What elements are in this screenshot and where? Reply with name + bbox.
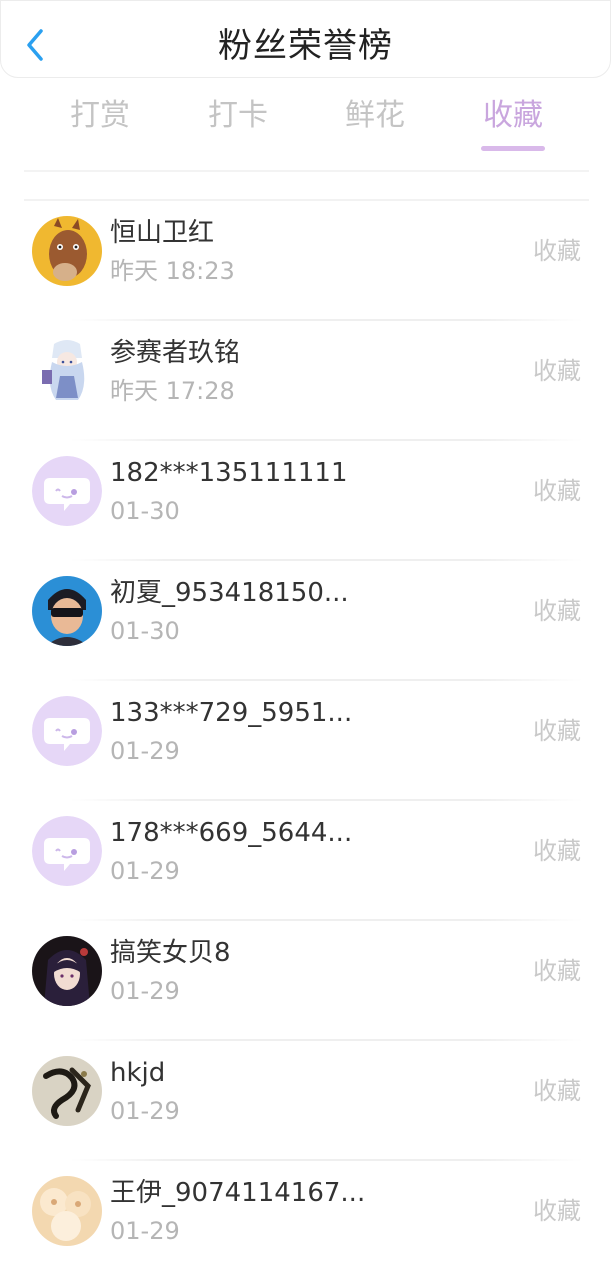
avatar[interactable] [32, 1176, 102, 1246]
divider [70, 319, 583, 321]
divider [70, 1159, 583, 1161]
avatar[interactable] [32, 336, 102, 406]
timestamp: 昨天 17:28 [110, 377, 235, 405]
tab-flowers[interactable]: 鲜花 [330, 92, 420, 140]
tab-favorites[interactable]: 收藏 [468, 92, 558, 151]
timestamp: 昨天 18:23 [110, 257, 235, 285]
avatar[interactable] [32, 216, 102, 286]
avatar[interactable] [32, 696, 102, 766]
list-item[interactable]: 133***729_5951... 01-29 收藏 [0, 679, 613, 799]
divider [70, 799, 583, 801]
user-name: 王伊_9074114167... [110, 1178, 366, 1208]
tab-checkin[interactable]: 打卡 [193, 92, 283, 140]
list-item[interactable]: 182***135111111 01-30 收藏 [0, 439, 613, 559]
list-item[interactable]: 初夏_953418150... 01-30 收藏 [0, 559, 613, 679]
user-name: hkjd [110, 1058, 166, 1088]
user-name: 初夏_953418150... [110, 578, 349, 608]
list-item[interactable]: hkjd 01-29 收藏 [0, 1039, 613, 1159]
action-label: 收藏 [533, 1077, 581, 1105]
timestamp: 01-29 [110, 857, 180, 885]
user-name: 参赛者玖铭 [110, 338, 241, 368]
list-item[interactable]: 恒山卫红 昨天 18:23 收藏 [0, 199, 613, 319]
tab-favorites-label: 收藏 [483, 98, 543, 133]
avatar[interactable] [32, 936, 102, 1006]
divider [70, 919, 583, 921]
user-name: 178***669_5644... [110, 818, 353, 848]
user-name: 133***729_5951... [110, 698, 353, 728]
action-label: 收藏 [533, 357, 581, 385]
divider [70, 1039, 583, 1041]
avatar[interactable] [32, 816, 102, 886]
action-label: 收藏 [533, 717, 581, 745]
chat-bubble-icon [32, 696, 102, 766]
active-tab-indicator [481, 146, 545, 151]
action-label: 收藏 [533, 1197, 581, 1225]
avatar[interactable] [32, 1056, 102, 1126]
timestamp: 01-29 [110, 977, 180, 1005]
action-label: 收藏 [533, 597, 581, 625]
timestamp: 01-29 [110, 1217, 180, 1245]
timestamp: 01-30 [110, 497, 180, 525]
divider [70, 559, 583, 561]
list-item[interactable]: 参赛者玖铭 昨天 17:28 收藏 [0, 319, 613, 439]
list-item[interactable]: 王伊_9074114167... 01-29 收藏 [0, 1159, 613, 1279]
list-item[interactable]: 搞笑女贝8 01-29 收藏 [0, 919, 613, 1039]
chat-bubble-icon [32, 456, 102, 526]
action-label: 收藏 [533, 237, 581, 265]
avatar[interactable] [32, 456, 102, 526]
divider [70, 679, 583, 681]
chat-bubble-icon [32, 816, 102, 886]
action-label: 收藏 [533, 837, 581, 865]
divider [24, 199, 589, 201]
list-item[interactable]: 178***669_5644... 01-29 收藏 [0, 799, 613, 919]
timestamp: 01-29 [110, 737, 180, 765]
user-name: 搞笑女贝8 [110, 938, 231, 968]
user-name: 182***135111111 [110, 458, 348, 488]
page-title: 粉丝荣誉榜 [218, 26, 393, 66]
action-label: 收藏 [533, 477, 581, 505]
tab-bar: 打赏 打卡 鲜花 收藏 [0, 92, 613, 152]
timestamp: 01-29 [110, 1097, 180, 1125]
top-bar: 粉丝荣誉榜 [0, 0, 611, 78]
divider [70, 439, 583, 441]
divider [24, 170, 589, 172]
user-name: 恒山卫红 [110, 218, 215, 248]
action-label: 收藏 [533, 957, 581, 985]
fan-list: 恒山卫红 昨天 18:23 收藏 参赛者玖铭 昨天 17:28 收藏 182**… [0, 199, 613, 1279]
timestamp: 01-30 [110, 617, 180, 645]
avatar[interactable] [32, 576, 102, 646]
tab-tip[interactable]: 打赏 [55, 92, 145, 140]
